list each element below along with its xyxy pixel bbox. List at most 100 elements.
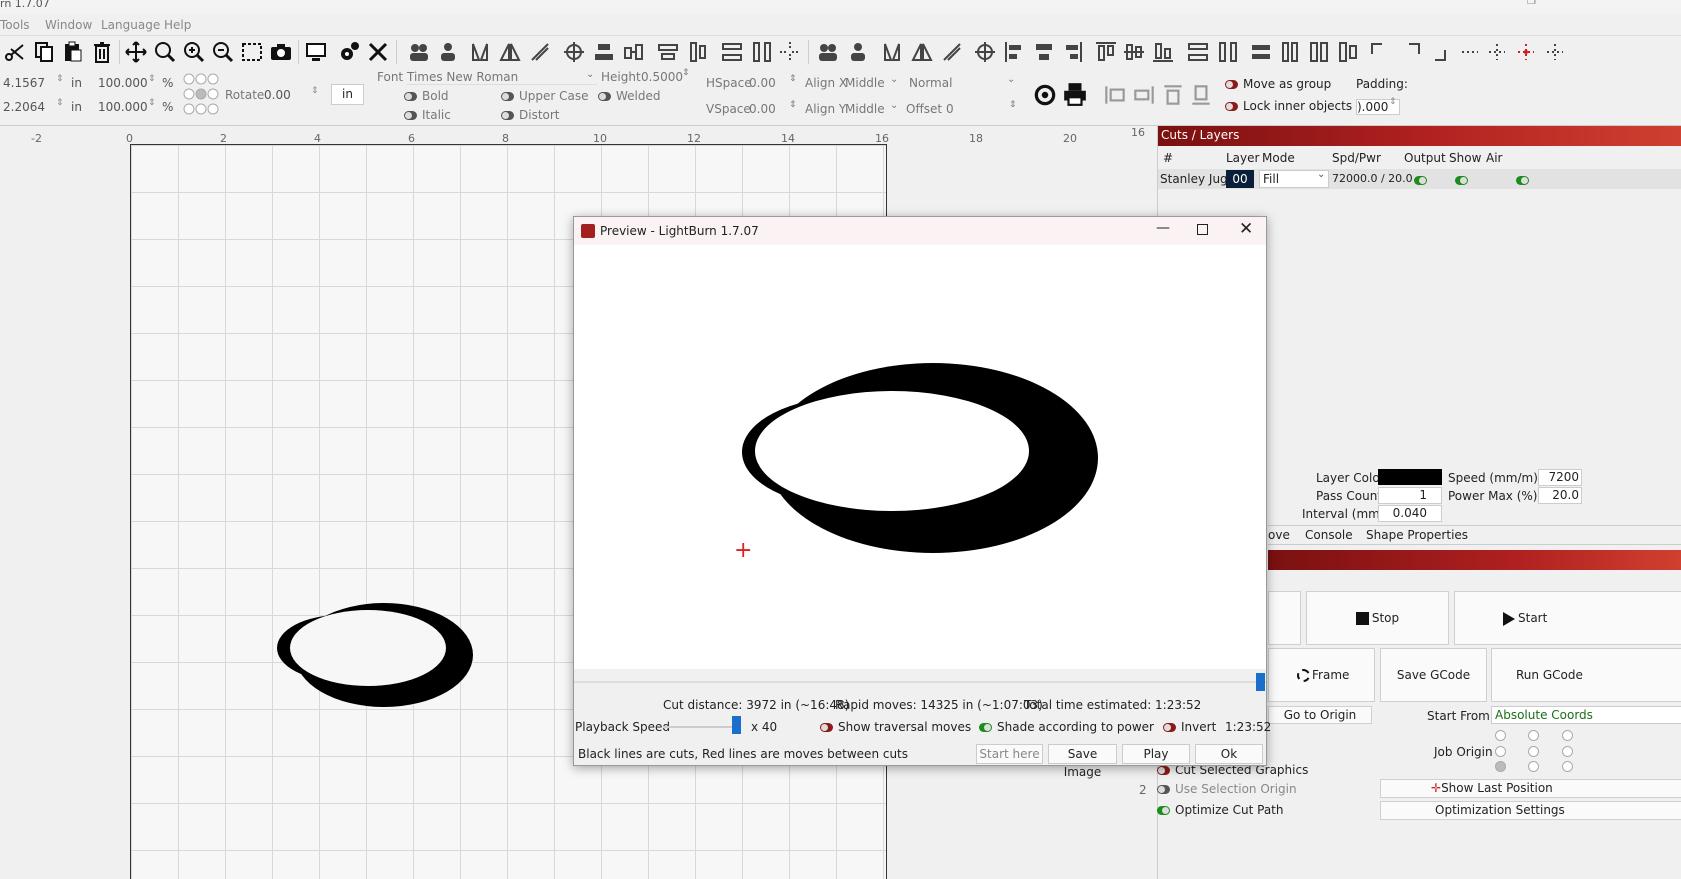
align-hcenter-icon[interactable] <box>1032 40 1056 64</box>
offset-field[interactable]: 0 <box>946 102 954 116</box>
align-left-icon[interactable] <box>1003 40 1027 64</box>
use-selection-origin-toggle[interactable]: Use Selection Origin <box>1157 782 1297 796</box>
group-icon[interactable] <box>407 40 431 64</box>
job-origin-radio[interactable] <box>1495 746 1506 757</box>
optimization-settings-button[interactable]: Optimization Settings <box>1380 801 1681 820</box>
ok-button[interactable]: Ok <box>1195 744 1263 764</box>
lock-inner-objects-toggle[interactable]: Lock inner objects <box>1225 99 1352 113</box>
spin-icon[interactable]: ⇕ <box>148 74 156 84</box>
spin-icon[interactable]: ⇕ <box>56 98 64 108</box>
camera-icon[interactable] <box>269 40 293 64</box>
go-to-origin-button[interactable]: Go to Origin <box>1268 706 1372 724</box>
rotate-icon[interactable] <box>528 40 552 64</box>
corner-br-icon[interactable] <box>1431 40 1455 64</box>
start-button[interactable]: Start <box>1454 591 1681 645</box>
design-ellipse-shape[interactable] <box>270 599 480 711</box>
space-v-icon[interactable] <box>750 40 774 64</box>
text-mode-select[interactable]: Normal <box>909 76 1019 90</box>
timeline-track[interactable] <box>574 681 1266 683</box>
target-icon[interactable] <box>562 40 586 64</box>
dash-icon[interactable] <box>1458 40 1482 64</box>
chevron-down-icon[interactable]: ⌄ <box>890 74 898 85</box>
spin-icon[interactable]: ⇕ <box>682 68 690 78</box>
text-height-field[interactable]: 0.5000 <box>641 70 683 84</box>
dist-h2-icon[interactable] <box>1186 40 1210 64</box>
air-toggle[interactable] <box>1516 173 1534 187</box>
cross-dash-icon[interactable] <box>1485 40 1509 64</box>
layer-color-swatch[interactable] <box>1378 469 1442 485</box>
vspace-field[interactable]: 0.00 <box>749 102 776 116</box>
font-select[interactable]: Times New Roman <box>407 70 597 85</box>
height-field[interactable]: 100.000 <box>98 100 148 114</box>
stop-button[interactable]: Stop <box>1306 591 1449 645</box>
close-icon[interactable]: ✕ <box>1239 219 1253 239</box>
zoom-fit-icon[interactable] <box>153 40 177 64</box>
corner-tl-icon[interactable] <box>1368 40 1392 64</box>
hspace-field[interactable]: 0.00 <box>749 76 776 90</box>
rotate2-icon[interactable] <box>940 40 964 64</box>
show-last-position-button[interactable]: ✛Show Last Position <box>1380 779 1681 798</box>
interval-field[interactable]: 0.040 <box>1378 505 1442 522</box>
timeline-handle[interactable] <box>1256 673 1265 691</box>
width-field[interactable]: 100.000 <box>98 76 148 90</box>
maximize-icon[interactable] <box>1197 224 1208 235</box>
ungroup-icon[interactable] <box>436 40 460 64</box>
unit-toggle-button[interactable]: in <box>331 84 364 105</box>
space-eq-v-icon[interactable] <box>1278 40 1302 64</box>
job-origin-radio[interactable] <box>1495 761 1506 772</box>
chevron-down-icon[interactable]: ⌄ <box>1007 74 1015 85</box>
align-node-icon[interactable] <box>1102 82 1128 108</box>
shade-power-toggle[interactable]: Shade according to power <box>979 720 1154 734</box>
preview-canvas[interactable]: + <box>574 245 1266 669</box>
chevron-down-icon[interactable]: ⌄ <box>586 69 594 80</box>
paste-icon[interactable] <box>61 40 85 64</box>
align-node4-icon[interactable] <box>1188 82 1214 108</box>
layer-color-chip[interactable]: 00 <box>1226 170 1254 188</box>
save-gcode-button[interactable]: Save GCode <box>1380 648 1487 702</box>
menu-tools[interactable]: Tools <box>0 18 30 32</box>
distribute-icon[interactable] <box>656 40 680 64</box>
start-here-button[interactable]: Start here <box>976 744 1043 764</box>
flip-horizontal-icon[interactable] <box>468 40 492 64</box>
start-from-select[interactable]: Absolute Coords <box>1491 706 1681 724</box>
cut-icon[interactable] <box>3 40 27 64</box>
spin-icon[interactable]: ⇕ <box>311 86 319 96</box>
menu-language[interactable]: Language <box>101 18 160 32</box>
run-gcode-button[interactable]: Run GCode <box>1491 648 1681 702</box>
frame-select-icon[interactable] <box>240 40 264 64</box>
align-icon[interactable] <box>592 40 616 64</box>
show-toggle[interactable] <box>1455 173 1473 187</box>
spin-icon[interactable]: ⇕ <box>789 74 797 84</box>
delete-icon[interactable] <box>90 40 114 64</box>
chevron-down-icon[interactable]: ⌄ <box>1317 169 1325 180</box>
pause-button[interactable] <box>1268 591 1301 645</box>
laser-position-icon[interactable] <box>1514 40 1538 64</box>
align-bottom-icon[interactable] <box>1151 40 1175 64</box>
space-h-icon[interactable] <box>720 40 744 64</box>
job-origin-radio[interactable] <box>1562 761 1573 772</box>
crosshair-icon[interactable] <box>778 40 802 64</box>
align-top-icon[interactable] <box>1094 40 1118 64</box>
playback-speed-slider[interactable] <box>663 726 738 728</box>
flip2-icon[interactable] <box>880 40 904 64</box>
job-origin-radio[interactable] <box>1495 730 1506 741</box>
job-origin-radio[interactable] <box>1562 730 1573 741</box>
align-node3-icon[interactable] <box>1160 82 1186 108</box>
mirror-icon[interactable] <box>498 40 522 64</box>
space-eq-h-icon[interactable] <box>1249 40 1273 64</box>
target2-icon[interactable] <box>973 40 997 64</box>
tools-icon[interactable] <box>366 40 390 64</box>
job-origin-radio[interactable] <box>1528 746 1539 757</box>
menu-help[interactable]: Help <box>164 18 191 32</box>
tab-shape-properties[interactable]: Shape Properties <box>1366 528 1468 542</box>
settings-gear-icon[interactable] <box>337 40 361 64</box>
align-vcenter-icon[interactable] <box>1122 40 1146 64</box>
maximize-icon[interactable]: ❐ <box>1527 0 1536 7</box>
space-v3-icon[interactable] <box>1307 40 1331 64</box>
job-origin-radio[interactable] <box>1528 730 1539 741</box>
chevron-down-icon[interactable]: ⌄ <box>890 100 898 111</box>
play-button[interactable]: Play <box>1122 744 1190 764</box>
cross-dash2-icon[interactable] <box>1543 40 1567 64</box>
move-icon[interactable] <box>124 40 148 64</box>
power-max-field[interactable]: 20.0 <box>1538 487 1582 504</box>
